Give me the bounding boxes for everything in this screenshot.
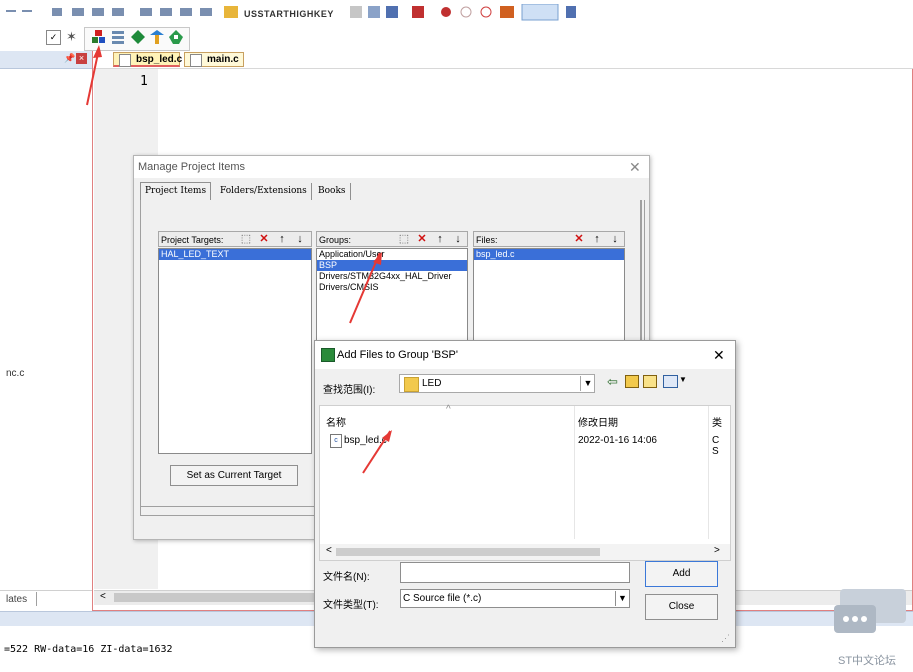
annotation-arrowheads bbox=[93, 45, 392, 442]
forum-watermark: ST中文论坛 bbox=[800, 585, 913, 672]
watermark-text: ST中文论坛 bbox=[838, 655, 897, 667]
chat-bubble-icon bbox=[834, 589, 906, 633]
